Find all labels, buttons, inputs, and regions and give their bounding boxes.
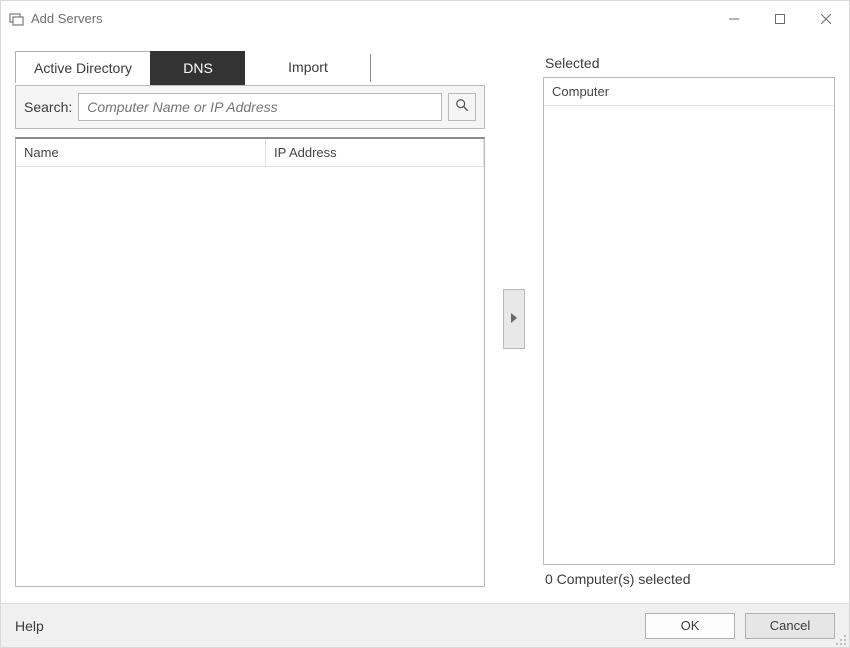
cancel-button[interactable]: Cancel bbox=[745, 613, 835, 639]
window-controls bbox=[711, 1, 849, 36]
tab-separator bbox=[370, 54, 371, 82]
chevron-right-icon bbox=[510, 312, 518, 326]
app-icon bbox=[9, 11, 25, 27]
tab-active-directory[interactable]: Active Directory bbox=[15, 51, 150, 83]
ok-button[interactable]: OK bbox=[645, 613, 735, 639]
close-button[interactable] bbox=[803, 1, 849, 36]
footer: Help OK Cancel bbox=[1, 603, 849, 647]
resize-grip-icon[interactable] bbox=[835, 633, 847, 645]
minimize-button[interactable] bbox=[711, 1, 757, 36]
column-name[interactable]: Name bbox=[16, 139, 266, 166]
add-servers-window: Add Servers Active Directory D bbox=[0, 0, 850, 648]
search-input[interactable] bbox=[78, 93, 442, 121]
results-list[interactable]: Name IP Address bbox=[15, 137, 485, 587]
transfer-column bbox=[495, 51, 533, 587]
results-body bbox=[16, 167, 484, 586]
selected-status: 0 Computer(s) selected bbox=[543, 571, 835, 587]
results-header: Name IP Address bbox=[16, 139, 484, 167]
selected-body bbox=[544, 106, 834, 564]
column-ip-address[interactable]: IP Address bbox=[266, 139, 484, 166]
search-label: Search: bbox=[24, 99, 72, 115]
selected-header: Computer bbox=[544, 78, 834, 106]
search-row: Search: bbox=[15, 85, 485, 129]
tab-dns[interactable]: DNS bbox=[150, 51, 245, 85]
maximize-button[interactable] bbox=[757, 1, 803, 36]
tab-import[interactable]: Import bbox=[245, 51, 370, 83]
search-icon bbox=[455, 98, 469, 117]
column-computer[interactable]: Computer bbox=[544, 78, 834, 105]
search-panel: Active Directory DNS Import Search: bbox=[15, 51, 485, 587]
selected-list[interactable]: Computer bbox=[543, 77, 835, 565]
help-link[interactable]: Help bbox=[15, 618, 44, 634]
window-title: Add Servers bbox=[31, 11, 103, 26]
selected-panel: Selected Computer 0 Computer(s) selected bbox=[543, 51, 835, 587]
search-button[interactable] bbox=[448, 93, 476, 121]
titlebar: Add Servers bbox=[1, 1, 849, 37]
tabs: Active Directory DNS Import bbox=[15, 51, 485, 85]
add-selected-button[interactable] bbox=[503, 289, 525, 349]
selected-label: Selected bbox=[543, 55, 835, 71]
